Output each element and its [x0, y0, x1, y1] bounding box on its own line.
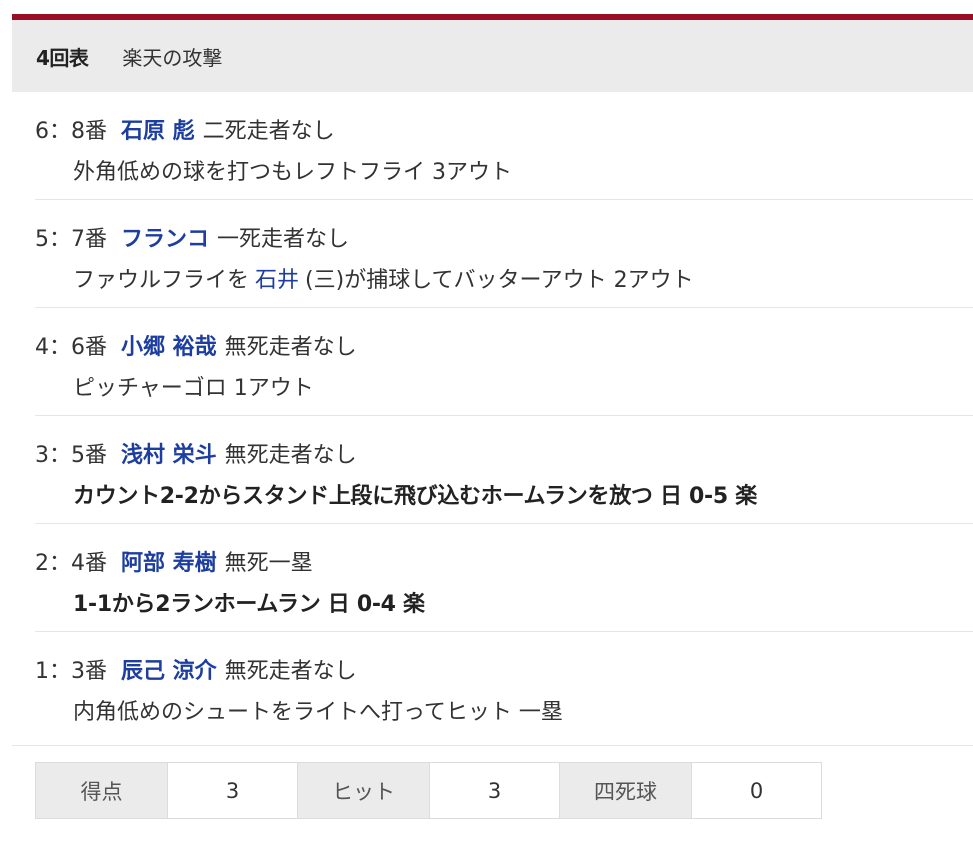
runs-label: 得点 — [35, 762, 168, 819]
inning-label: 4回表 — [36, 45, 89, 70]
runner-situation: 一死走者なし — [217, 227, 350, 252]
batter-order: 5：7番 — [35, 227, 107, 252]
runs-value: 3 — [167, 762, 298, 819]
stats-row: 得点 3 ヒット 3 四死球 0 — [35, 762, 822, 819]
play-item: 1：3番 辰己 涼介 無死走者なし 内角低めのシュートをライトへ打ってヒット 一塁 — [35, 632, 973, 740]
play-description-highlight: カウント2-2からスタンド上段に飛び込むホームランを放つ 日 0-5 楽 — [73, 484, 757, 509]
play-header: 1：3番 辰己 涼介 無死走者なし — [35, 653, 357, 685]
player-link[interactable]: 浅村 栄斗 — [121, 443, 217, 468]
fielder-link[interactable]: 石井 — [255, 268, 299, 293]
play-item: 4：6番 小郷 裕哉 無死走者なし ピッチャーゴロ 1アウト — [35, 308, 973, 416]
play-header: 2：4番 阿部 寿樹 無死一塁 — [35, 545, 313, 577]
batter-order: 3：5番 — [35, 443, 107, 468]
player-link[interactable]: 小郷 裕哉 — [121, 335, 217, 360]
attack-label: 楽天の攻撃 — [122, 45, 223, 70]
play-header: 3：5番 浅村 栄斗 無死走者なし — [35, 437, 357, 469]
player-link[interactable]: 辰己 涼介 — [121, 659, 217, 684]
play-description-highlight: 1-1から2ランホームラン 日 0-4 楽 — [73, 592, 425, 617]
play-item: 2：4番 阿部 寿樹 無死一塁 1-1から2ランホームラン 日 0-4 楽 — [35, 524, 973, 632]
runner-situation: 二死走者なし — [202, 119, 335, 144]
player-link[interactable]: 石原 彪 — [121, 119, 195, 144]
walks-value: 0 — [691, 762, 822, 819]
play-description: 内角低めのシュートをライトへ打ってヒット 一塁 — [73, 700, 563, 725]
hits-value: 3 — [429, 762, 560, 819]
play-description-pre: ファウルフライを — [73, 268, 250, 293]
play-description-post: (三)が捕球してバッターアウト 2アウト — [305, 268, 694, 293]
runner-situation: 無死走者なし — [224, 443, 357, 468]
inning-header: 4回表 楽天の攻撃 — [12, 20, 973, 92]
play-description: ファウルフライを 石井 (三)が捕球してバッターアウト 2アウト — [73, 262, 694, 294]
play-header: 6：8番 石原 彪二死走者なし — [35, 113, 335, 145]
runner-situation: 無死走者なし — [224, 335, 357, 360]
batter-order: 1：3番 — [35, 659, 107, 684]
play-item: 6：8番 石原 彪二死走者なし 外角低めの球を打つもレフトフライ 3アウト — [35, 92, 973, 200]
play-header: 4：6番 小郷 裕哉 無死走者なし — [35, 329, 357, 361]
hits-label: ヒット — [297, 762, 430, 819]
player-link[interactable]: フランコ — [121, 227, 209, 252]
batter-order: 4：6番 — [35, 335, 107, 360]
divider — [12, 745, 973, 746]
play-item: 5：7番 フランコ 一死走者なし ファウルフライを 石井 (三)が捕球してバッターアウト… — [35, 200, 973, 308]
walks-label: 四死球 — [559, 762, 692, 819]
batter-order: 2：4番 — [35, 551, 107, 576]
play-item: 3：5番 浅村 栄斗 無死走者なし カウント2-2からスタンド上段に飛び込むホームラ… — [35, 416, 973, 524]
player-link[interactable]: 阿部 寿樹 — [121, 551, 217, 576]
play-description: ピッチャーゴロ 1アウト — [73, 376, 314, 401]
runner-situation: 無死走者なし — [224, 659, 357, 684]
play-list: 6：8番 石原 彪二死走者なし 外角低めの球を打つもレフトフライ 3アウト 5：7… — [35, 92, 973, 740]
play-description: 外角低めの球を打つもレフトフライ 3アウト — [73, 160, 512, 185]
runner-situation: 無死一塁 — [224, 551, 313, 576]
batter-order: 6：8番 — [35, 119, 107, 144]
play-header: 5：7番 フランコ 一死走者なし — [35, 221, 349, 253]
inning-stats-table: 得点 3 ヒット 3 四死球 0 — [35, 762, 822, 819]
